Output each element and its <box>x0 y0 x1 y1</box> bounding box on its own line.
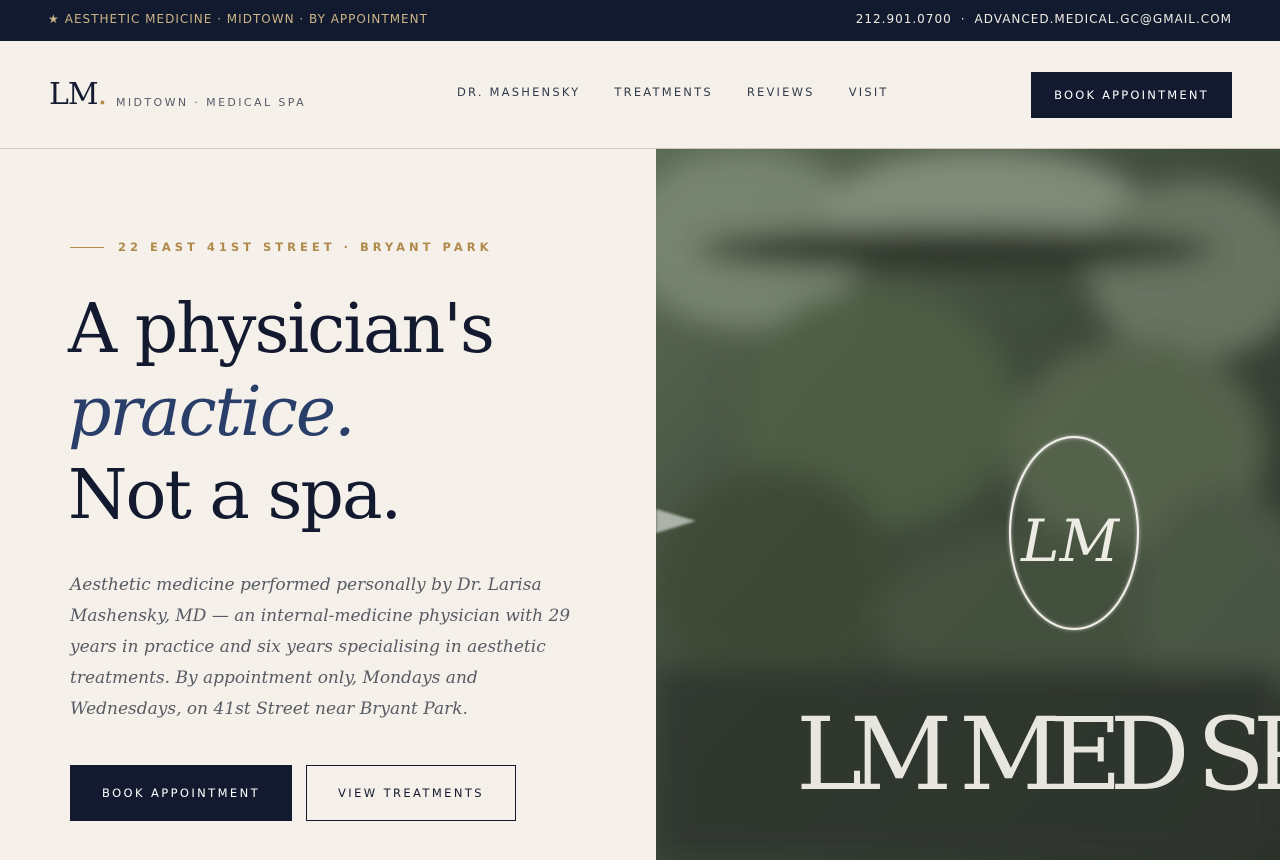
logo-letters: LM <box>49 77 99 112</box>
logo-subtitle: MIDTOWN · MEDICAL SPA <box>116 96 306 109</box>
star-icon: ★ <box>48 12 60 26</box>
sign-text: LM MED SP <box>796 696 1280 813</box>
headline-line-2: practice. <box>68 373 356 452</box>
eyebrow-rule <box>70 246 104 248</box>
tagline-text: AESTHETIC MEDICINE · MIDTOWN · BY APPOIN… <box>64 12 428 26</box>
monogram-text: LM <box>1020 507 1121 575</box>
email-link[interactable]: ADVANCED.MEDICAL.GC@GMAIL.COM <box>975 12 1232 26</box>
headline-line-3: Not a spa. <box>68 456 402 535</box>
nav-item-treatments[interactable]: TREATMENTS <box>614 85 712 99</box>
phone-link[interactable]: 212.901.0700 <box>856 12 952 26</box>
address-eyebrow: 22 EAST 41ST STREET · BRYANT PARK <box>70 240 493 254</box>
header-book-appointment-button[interactable]: BOOK APPOINTMENT <box>1031 72 1232 118</box>
main-nav: DR. MASHENSKY TREATMENTS REVIEWS VISIT <box>457 85 889 99</box>
site-header: LM. MIDTOWN · MEDICAL SPA DR. MASHENSKY … <box>0 41 1280 149</box>
hero-headline: A physician's practice. Not a spa. <box>68 288 495 537</box>
view-treatments-button[interactable]: VIEW TREATMENTS <box>306 765 516 821</box>
logo-dot: . <box>97 77 107 112</box>
hero-lede: Aesthetic medicine performed personally … <box>70 575 571 719</box>
nav-item-dr-mashensky[interactable]: DR. MASHENSKY <box>457 85 580 99</box>
top-bar: ★ AESTHETIC MEDICINE · MIDTOWN · BY APPOI… <box>0 0 1280 41</box>
nav-item-reviews[interactable]: REVIEWS <box>747 85 815 99</box>
contact-separator: · <box>960 12 966 26</box>
top-bar-contact: 212.901.0700 · ADVANCED.MEDICAL.GC@GMAIL.C… <box>856 12 1232 26</box>
book-appointment-button[interactable]: BOOK APPOINTMENT <box>70 765 292 821</box>
eyebrow-text: 22 EAST 41ST STREET · BRYANT PARK <box>118 240 493 254</box>
storefront-photo: LM LM MED SP <box>656 149 1280 860</box>
hero-storefront-image: LM LM MED SP <box>656 149 1280 860</box>
headline-line-1: A physician's <box>68 290 495 369</box>
logo[interactable]: LM. <box>49 77 107 112</box>
top-bar-tagline: ★ AESTHETIC MEDICINE · MIDTOWN · BY APPOI… <box>48 12 428 26</box>
nav-item-visit[interactable]: VISIT <box>849 85 889 99</box>
